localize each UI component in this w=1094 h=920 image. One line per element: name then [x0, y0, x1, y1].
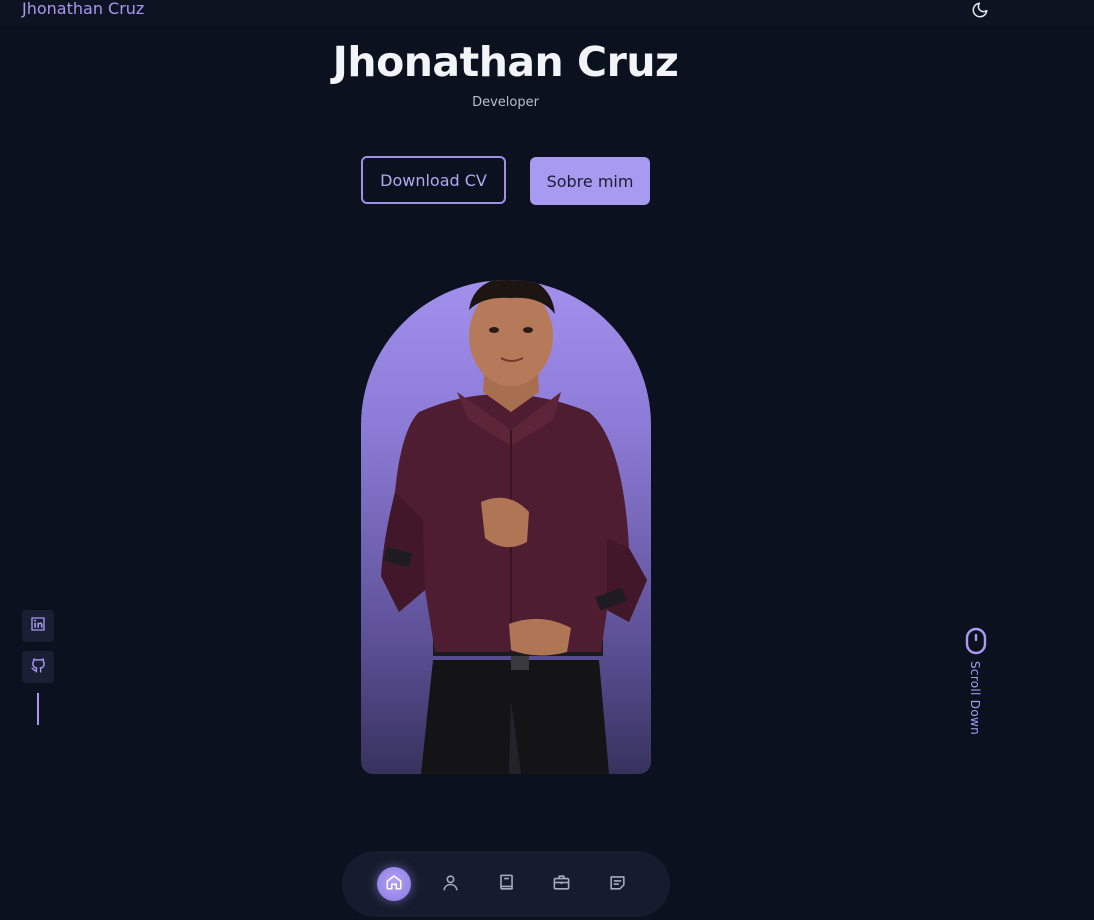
book-icon: [497, 873, 516, 896]
linkedin-link[interactable]: [22, 610, 54, 642]
linkedin-icon: [30, 616, 46, 636]
social-divider: [37, 693, 39, 725]
profile-photo: [361, 280, 651, 774]
hero-subtitle: Developer: [472, 95, 539, 110]
download-cv-button[interactable]: Download CV: [361, 156, 506, 204]
social-links: [22, 610, 54, 725]
message-icon: [608, 873, 627, 896]
scroll-down-label: Scroll Down: [968, 661, 982, 736]
nav-about[interactable]: [433, 867, 467, 901]
github-link[interactable]: [22, 651, 54, 683]
mouse-icon: [965, 627, 987, 659]
nav-skills[interactable]: [489, 867, 523, 901]
header: Jhonathan Cruz: [0, 0, 1094, 26]
nav-home[interactable]: [377, 867, 411, 901]
site-logo[interactable]: Jhonathan Cruz: [22, 0, 144, 18]
briefcase-icon: [552, 873, 571, 896]
hero-title: Jhonathan Cruz: [332, 38, 679, 86]
home-icon: [385, 873, 403, 895]
bottom-nav: [342, 851, 670, 917]
nav-portfolio[interactable]: [544, 867, 578, 901]
github-icon: [30, 657, 47, 678]
about-me-button[interactable]: Sobre mim: [530, 157, 650, 205]
nav-contact[interactable]: [600, 867, 634, 901]
scroll-down[interactable]: Scroll Down: [962, 627, 990, 742]
moon-icon[interactable]: [969, 0, 991, 20]
user-icon: [441, 873, 460, 896]
